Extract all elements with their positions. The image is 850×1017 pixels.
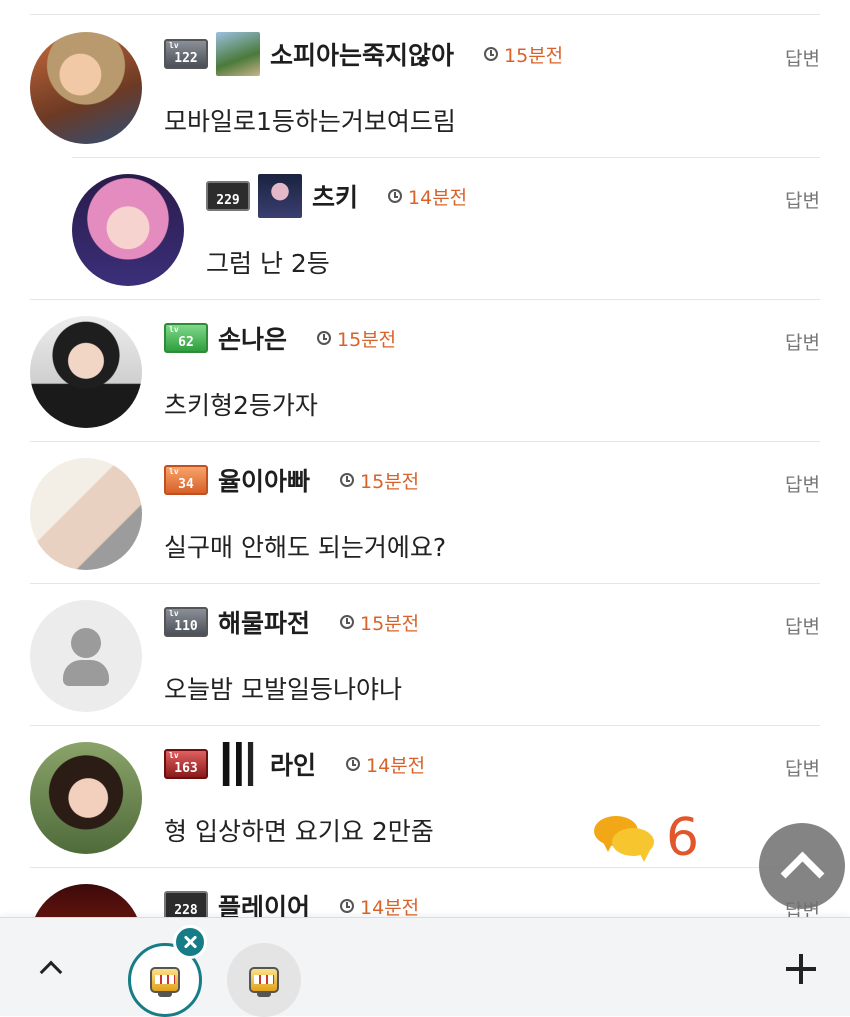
timestamp: 14분전: [340, 893, 419, 920]
nickname[interactable]: 라인: [270, 746, 316, 782]
reply-button[interactable]: 답변: [785, 186, 820, 213]
nickname[interactable]: 소피아는죽지않아: [270, 36, 454, 72]
clock-icon: [340, 899, 355, 913]
user-image: [258, 174, 302, 218]
clock-icon: [340, 473, 355, 487]
reply-button[interactable]: 답변: [785, 754, 820, 781]
avatar[interactable]: [30, 316, 142, 428]
avatar[interactable]: [30, 458, 142, 570]
comment-text: 오늘밤 모발일등나야나: [164, 675, 402, 704]
comment-item: lv 62 손나은 15분전 답변 츠키형2등가자: [30, 300, 820, 442]
comment-item: lv 34 율이아빠 15분전 답변 실구매 안해도 되는거에요?: [30, 442, 820, 584]
level-badge: lv 110: [164, 607, 208, 637]
avatar[interactable]: [30, 32, 142, 144]
comment-text: 모바일로1등하는거보여드림: [164, 107, 456, 136]
tab-inactive[interactable]: [227, 943, 301, 1017]
clock-icon: [317, 331, 332, 345]
comment-meta: lv 163 라인 14분전: [164, 742, 425, 786]
chat-bubbles-icon: [594, 814, 656, 862]
clock-icon: [340, 615, 355, 629]
comment-item: lv 110 해물파전 15분전 답변 오늘밤 모발일등나야나: [30, 584, 820, 726]
person-icon: [30, 600, 142, 712]
clock-icon: [484, 47, 499, 61]
level-badge: lv 163: [164, 749, 208, 779]
avatar[interactable]: [30, 742, 142, 854]
new-tab-button[interactable]: [786, 954, 816, 984]
comment-meta: 229 츠키 14분전: [206, 174, 467, 218]
reply-button[interactable]: 답변: [785, 470, 820, 497]
close-tab-button[interactable]: [173, 925, 207, 959]
nickname[interactable]: 손나은: [218, 320, 287, 356]
close-icon: [176, 928, 204, 956]
timestamp: 15분전: [340, 467, 419, 494]
timestamp: 15분전: [484, 41, 563, 68]
reply-button[interactable]: 답변: [785, 44, 820, 71]
slot-machine-icon: [249, 967, 279, 997]
nickname[interactable]: 츠키: [312, 178, 358, 214]
level-badge: lv 34: [164, 465, 208, 495]
nickname[interactable]: 율이아빠: [218, 462, 310, 498]
comment-count-indicator[interactable]: 6: [588, 808, 706, 868]
timestamp: 15분전: [340, 609, 419, 636]
default-avatar[interactable]: [30, 600, 142, 712]
comment-text: 그럼 난 2등: [206, 249, 330, 278]
comment-count: 6: [666, 808, 700, 868]
collapse-button[interactable]: [36, 952, 64, 984]
reply-button[interactable]: 답변: [785, 612, 820, 639]
scroll-top-button[interactable]: [759, 823, 845, 909]
chevron-up-icon: [39, 960, 63, 984]
comment-meta: lv 62 손나은 15분전: [164, 320, 396, 356]
comment-reply-item: 229 츠키 14분전 답변 그럼 난 2등: [30, 158, 820, 300]
top-divider: [30, 14, 820, 15]
user-image: [216, 742, 260, 786]
avatar[interactable]: [72, 174, 184, 286]
timestamp: 14분전: [388, 183, 467, 210]
level-badge: lv 62: [164, 323, 208, 353]
clock-icon: [346, 757, 361, 771]
slot-machine-icon: [150, 967, 180, 997]
comment-item: lv 122 소피아는죽지않아 15분전 답변 모바일로1등하는거보여드림: [30, 16, 820, 158]
level-badge: 229: [206, 181, 250, 211]
comment-text: 실구매 안해도 되는거에요?: [164, 533, 447, 562]
user-image: [216, 32, 260, 76]
timestamp: 14분전: [346, 751, 425, 778]
comment-meta: lv 34 율이아빠 15분전: [164, 462, 419, 498]
comment-meta: lv 110 해물파전 15분전: [164, 604, 419, 640]
level-badge: lv 122: [164, 39, 208, 69]
comment-text: 츠키형2등가자: [164, 391, 318, 420]
nickname[interactable]: 해물파전: [218, 604, 310, 640]
clock-icon: [388, 189, 403, 203]
chevron-up-icon: [780, 851, 824, 895]
reply-button[interactable]: 답변: [785, 328, 820, 355]
comment-text: 형 입상하면 요기요 2만줌: [164, 817, 434, 846]
bottom-toolbar: [0, 917, 850, 1017]
timestamp: 15분전: [317, 325, 396, 352]
comment-meta: lv 122 소피아는죽지않아 15분전: [164, 32, 563, 76]
